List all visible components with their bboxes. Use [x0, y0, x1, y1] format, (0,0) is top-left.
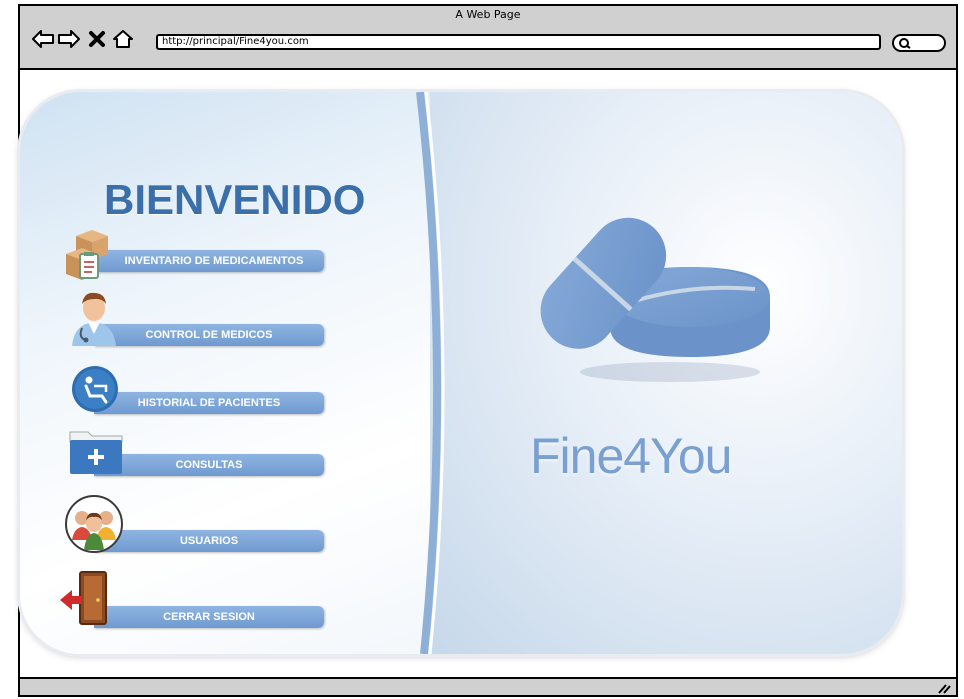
home-icon[interactable]: [112, 28, 134, 50]
welcome-heading: BIENVENIDO: [104, 176, 366, 223]
menu-item-consultas[interactable]: CONSULTAS: [64, 431, 324, 476]
patient-history-icon: [72, 366, 118, 412]
search-icon: [899, 38, 911, 49]
users-icon: [65, 495, 123, 553]
address-bar[interactable]: http://principal/Fine4you.com: [156, 34, 881, 50]
brand-name: Fine4You: [530, 428, 732, 484]
window-title: A Web Page: [455, 8, 521, 21]
status-bar: [20, 677, 956, 695]
menu-item-medicos[interactable]: CONTROL DE MEDICOS: [64, 292, 324, 346]
menu-item-label: HISTORIAL DE PACIENTES: [137, 397, 281, 409]
resize-grip-icon[interactable]: [936, 682, 952, 694]
doctor-icon: [72, 292, 116, 346]
menu-item-label: CONTROL DE MEDICOS: [145, 329, 273, 341]
folder-plus-icon: [69, 431, 123, 474]
close-icon[interactable]: [86, 28, 108, 50]
search-button[interactable]: [892, 34, 946, 52]
pill-logo-icon: [540, 217, 770, 382]
menu-item-label: CERRAR SESION: [163, 611, 255, 623]
menu-item-label: INVENTARIO DE MEDICAMENTOS: [124, 255, 304, 267]
menu-item-label: USUARIOS: [179, 535, 239, 547]
forward-icon[interactable]: [58, 28, 80, 50]
medicine-box-icon: [66, 230, 108, 280]
menu-item-historial[interactable]: HISTORIAL DE PACIENTES: [64, 366, 324, 414]
browser-toolbar: A Web Page http://principal/Fine4you.com: [20, 6, 956, 70]
back-icon[interactable]: [32, 28, 54, 50]
menu-item-usuarios[interactable]: USUARIOS: [64, 495, 324, 553]
menu-item-inventario[interactable]: INVENTARIO DE MEDICAMENTOS: [64, 230, 324, 280]
menu-item-cerrar-sesion[interactable]: CERRAR SESION: [60, 571, 324, 628]
main-panel: BIENVENIDO INVENTARIO DE MEDICAMENTOS CO…: [20, 92, 902, 654]
menu-item-label: CONSULTAS: [175, 459, 243, 471]
exit-door-icon: [60, 571, 107, 625]
